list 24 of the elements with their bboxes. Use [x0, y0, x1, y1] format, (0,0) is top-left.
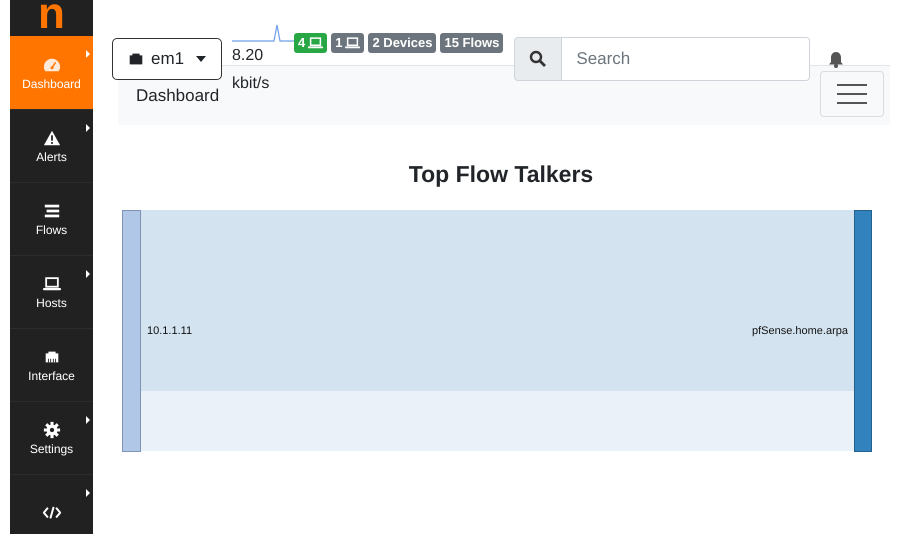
- count-badge: 15 Flows: [440, 33, 504, 53]
- search-icon: [529, 50, 548, 68]
- bell-icon: [828, 51, 844, 68]
- throughput: 8.20 kbit/s: [232, 46, 270, 94]
- warning-icon: [42, 129, 60, 147]
- menu-icon: [837, 83, 867, 105]
- breadcrumb: Dashboard: [136, 85, 220, 107]
- count-badge: 2 Devices: [368, 33, 436, 53]
- interface-dropdown[interactable]: em1: [112, 38, 222, 80]
- caret-icon: [196, 56, 206, 62]
- count-badge: 1: [331, 33, 364, 53]
- search-field[interactable]: Search: [562, 37, 810, 81]
- sankey-diagram: 10.1.1.11 pfSense.home.arpa: [122, 210, 873, 452]
- chart-title: Top Flow Talkers: [408, 160, 594, 189]
- laptop-icon: [42, 275, 60, 293]
- ethernet-icon: [127, 52, 145, 66]
- list-icon: [42, 202, 60, 220]
- count-badge: 4: [294, 33, 328, 53]
- logo: n: [38, 0, 65, 36]
- gauge-icon: [42, 56, 60, 74]
- laptop-icon: [308, 37, 324, 49]
- laptop-icon: [345, 37, 360, 49]
- gear-icon: [42, 421, 60, 439]
- menu-button[interactable]: [820, 71, 884, 117]
